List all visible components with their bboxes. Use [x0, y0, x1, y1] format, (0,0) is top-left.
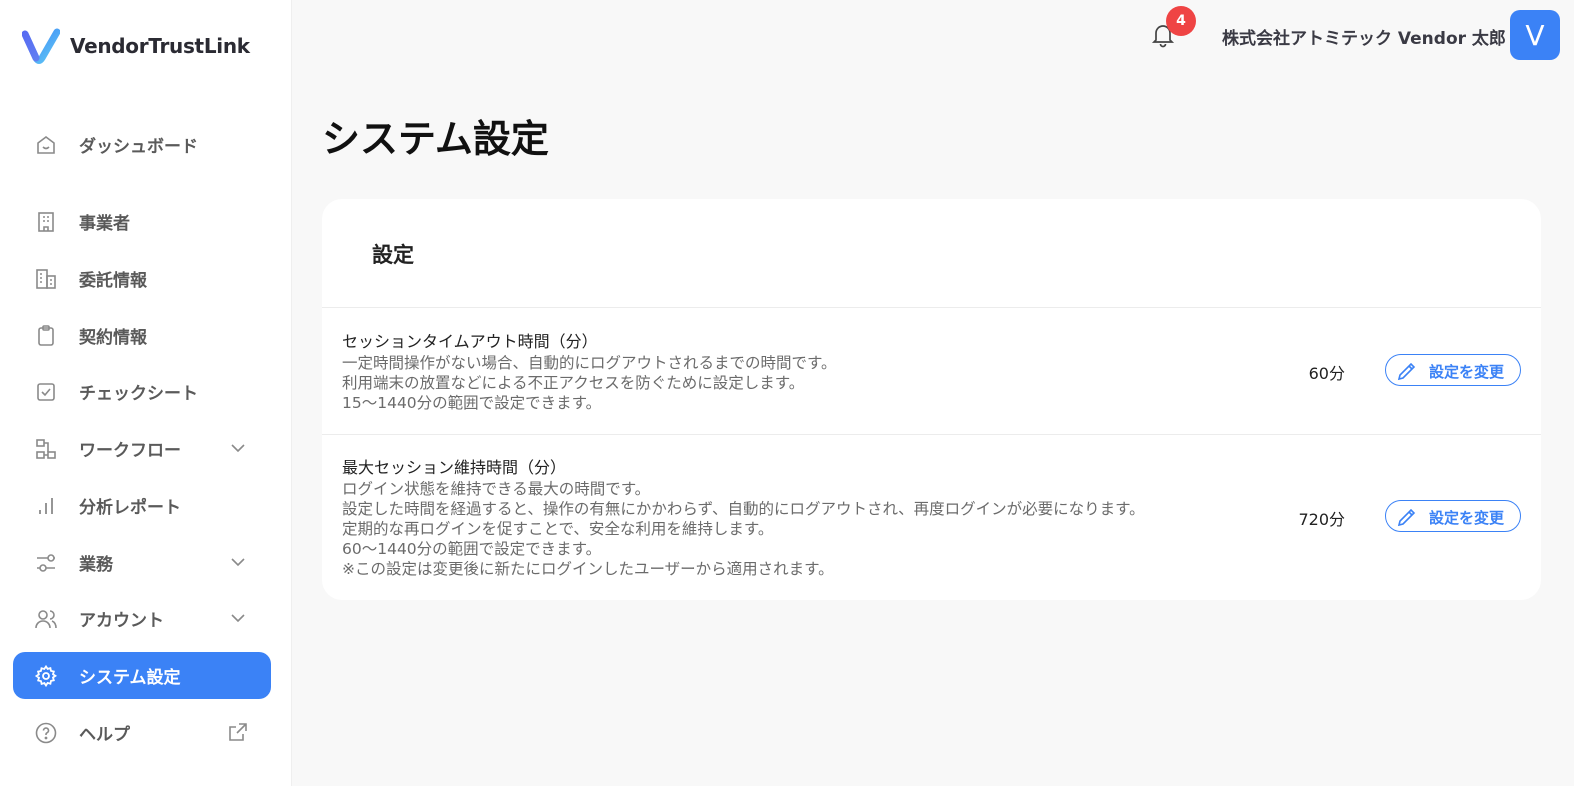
home-icon	[34, 133, 58, 157]
checkbox-icon	[34, 380, 58, 404]
building-icon	[34, 210, 58, 234]
setting-row-session-timeout: セッションタイムアウト時間（分） 一定時間操作がない場合、自動的にログアウトされ…	[322, 308, 1541, 435]
sidebar-item-help[interactable]: ヘルプ	[13, 709, 271, 756]
logo-text: VendorTrustLink	[70, 34, 250, 58]
workflow-icon	[34, 437, 58, 461]
setting-name: 最大セッション維持時間（分）	[342, 458, 567, 477]
button-label: 設定を変更	[1429, 509, 1505, 527]
sidebar-item-system-settings[interactable]: システム設定	[13, 652, 271, 699]
sidebar-item-operations[interactable]: 業務	[13, 539, 271, 586]
sidebar: VendorTrustLink ダッシュボード 事業者 委託情報 契約情報 チェ…	[0, 0, 292, 786]
description-line: ※この設定は変更後に新たにログインしたユーザーから適用されます。	[342, 560, 834, 578]
settings-card: 設定 セッションタイムアウト時間（分） 一定時間操作がない場合、自動的にログアウ…	[322, 199, 1541, 600]
chevron-down-icon[interactable]	[227, 437, 249, 459]
description-line: 15〜1440分の範囲で設定できます。	[342, 394, 602, 412]
sidebar-item-label: ヘルプ	[79, 725, 130, 745]
sidebar-item-checksheet[interactable]: チェックシート	[13, 368, 271, 415]
sidebar-item-label: アカウント	[79, 611, 164, 631]
users-icon	[34, 607, 58, 631]
sidebar-item-label: チェックシート	[79, 384, 198, 404]
sidebar-item-label: 業務	[79, 555, 113, 575]
office-building-icon	[34, 267, 58, 291]
chevron-down-icon[interactable]	[227, 551, 249, 573]
sidebar-item-dashboard[interactable]: ダッシュボード	[13, 121, 271, 168]
description-line: 設定した時間を経過すると、操作の有無にかかわらず、自動的にログアウトされ、再度ロ…	[342, 500, 1145, 518]
sidebar-item-label: 分析レポート	[79, 498, 181, 518]
sidebar-item-workflow[interactable]: ワークフロー	[13, 425, 271, 472]
clipboard-icon	[34, 324, 58, 348]
setting-description: 一定時間操作がない場合、自動的にログアウトされるまでの時間です。 利用端末の放置…	[342, 353, 836, 413]
description-line: 60〜1440分の範囲で設定できます。	[342, 540, 602, 558]
sliders-icon	[34, 551, 58, 575]
help-icon	[34, 721, 58, 745]
card-header: 設定	[322, 199, 1541, 308]
pencil-icon	[1396, 360, 1418, 382]
sidebar-item-label: 契約情報	[79, 328, 147, 348]
description-line: ログイン状態を維持できる最大の時間です。	[342, 480, 651, 498]
external-link-icon	[227, 721, 249, 743]
card-title: 設定	[372, 243, 414, 267]
setting-name: セッションタイムアウト時間（分）	[342, 332, 598, 351]
sidebar-item-reports[interactable]: 分析レポート	[13, 482, 271, 529]
sidebar-item-label: 事業者	[79, 214, 130, 234]
setting-value: 60分	[1308, 364, 1345, 383]
gear-icon	[34, 664, 58, 688]
page-title: システム設定	[322, 117, 549, 161]
sidebar-item-vendors[interactable]: 事業者	[13, 198, 271, 245]
notification-badge: 4	[1166, 6, 1196, 36]
setting-description: ログイン状態を維持できる最大の時間です。 設定した時間を経過すると、操作の有無に…	[342, 479, 1145, 579]
sidebar-item-outsourcing[interactable]: 委託情報	[13, 255, 271, 302]
pencil-icon	[1396, 506, 1418, 528]
sidebar-item-accounts[interactable]: アカウント	[13, 595, 271, 642]
sidebar-item-label: 委託情報	[79, 271, 147, 291]
description-line: 一定時間操作がない場合、自動的にログアウトされるまでの時間です。	[342, 354, 837, 372]
button-label: 設定を変更	[1429, 363, 1505, 381]
app-logo[interactable]: VendorTrustLink	[22, 28, 250, 64]
sidebar-item-label: ダッシュボード	[79, 137, 198, 157]
change-setting-button[interactable]: 設定を変更	[1385, 354, 1521, 386]
sidebar-item-label: ワークフロー	[79, 441, 181, 461]
description-line: 定期的な再ログインを促すことで、安全な利用を維持します。	[342, 520, 774, 538]
change-setting-button[interactable]: 設定を変更	[1385, 500, 1521, 532]
sidebar-item-label: システム設定	[79, 668, 181, 688]
description-line: 利用端末の放置などによる不正アクセスを防ぐために設定します。	[342, 374, 805, 392]
logo-icon	[22, 28, 60, 64]
chevron-down-icon[interactable]	[227, 607, 249, 629]
avatar[interactable]: V	[1510, 10, 1560, 60]
user-name[interactable]: 株式会社アトミテック Vendor 太郎	[1222, 24, 1506, 49]
bar-chart-icon	[34, 494, 58, 518]
setting-value: 720分	[1298, 510, 1345, 529]
setting-row-max-session: 最大セッション維持時間（分） ログイン状態を維持できる最大の時間です。 設定した…	[322, 435, 1541, 600]
sidebar-item-contracts[interactable]: 契約情報	[13, 312, 271, 359]
